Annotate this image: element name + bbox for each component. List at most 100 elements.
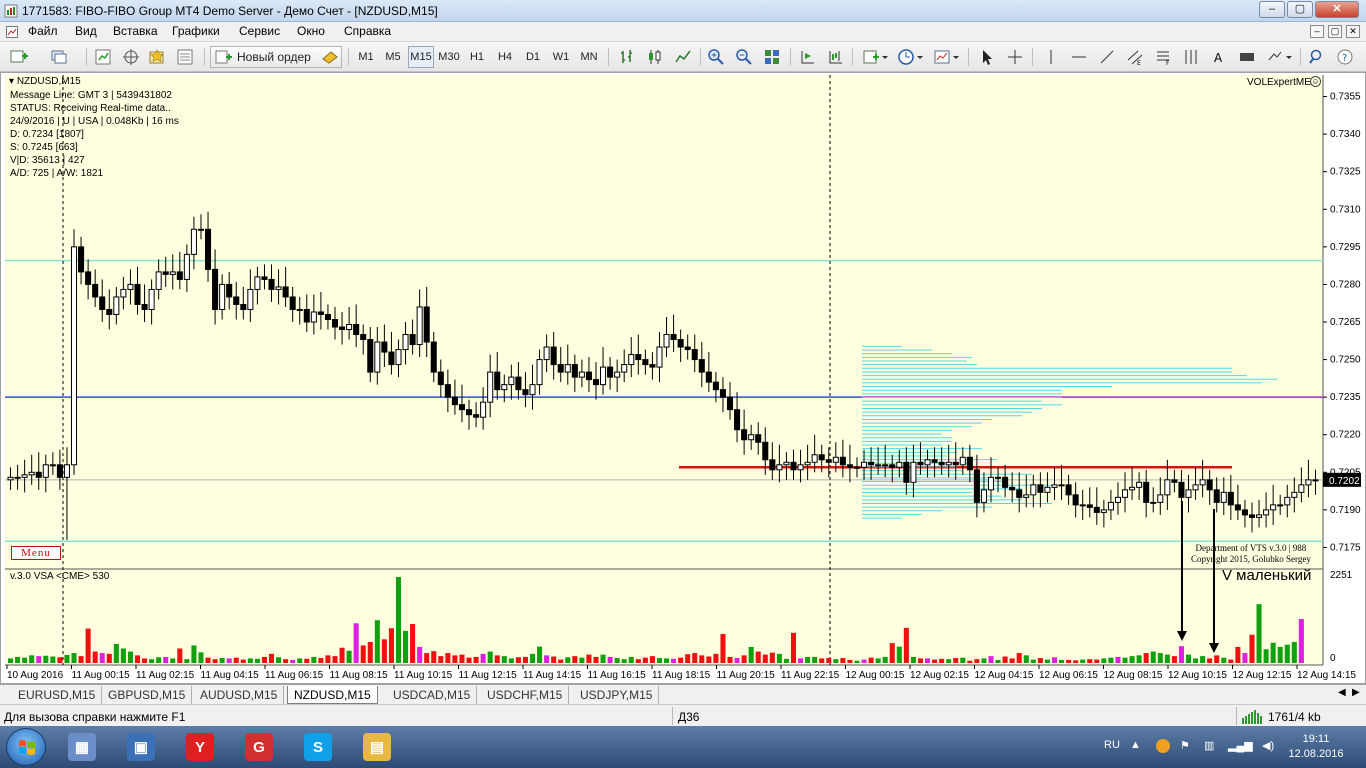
arrows-icon[interactable]: [1264, 46, 1294, 68]
autoscroll-icon[interactable]: [797, 46, 819, 68]
fibo-fan-icon[interactable]: [1180, 46, 1202, 68]
candle-body: [1079, 504, 1086, 507]
menu-window[interactable]: Окно: [297, 24, 325, 38]
help-icon[interactable]: ?: [1334, 46, 1356, 68]
tray-flag-icon[interactable]: ⚑: [1180, 739, 1190, 752]
new-chart-icon[interactable]: [8, 46, 30, 68]
volume-bar: [381, 639, 387, 663]
close-button[interactable]: ✕: [1315, 1, 1359, 18]
indicators-icon[interactable]: [860, 46, 890, 68]
indicator-menu-button[interactable]: Menu: [11, 546, 61, 560]
tab-usdjpy[interactable]: USDJPY,M15: [574, 686, 660, 704]
market-watch-icon[interactable]: [92, 46, 114, 68]
tray-app-icon[interactable]: [1156, 739, 1170, 753]
candle-body: [99, 296, 106, 310]
fibonacci-icon[interactable]: F: [1152, 46, 1174, 68]
tray-expand-icon[interactable]: ▲: [1130, 739, 1141, 751]
candle-body: [938, 461, 945, 466]
volume-bar: [1037, 658, 1043, 663]
info-line: D: 0.7234 [1807]: [10, 129, 84, 140]
tile-windows-icon[interactable]: [761, 46, 783, 68]
taskbar-app[interactable]: ▦: [54, 729, 110, 765]
timeframe-d1[interactable]: D1: [520, 46, 546, 68]
timeframe-w1[interactable]: W1: [548, 46, 574, 68]
volume-bar: [487, 651, 493, 663]
timeframe-m30[interactable]: M30: [436, 46, 462, 68]
menu-help[interactable]: Справка: [344, 24, 391, 38]
taskbar-app[interactable]: G: [231, 729, 287, 765]
tray-volume-icon[interactable]: ◀): [1262, 739, 1274, 752]
text-label-icon[interactable]: [1236, 46, 1258, 68]
taskbar-app[interactable]: Y: [172, 729, 228, 765]
menu-insert[interactable]: Вставка: [113, 24, 158, 38]
volume-bar: [762, 654, 768, 663]
candlestick-chart-icon[interactable]: [644, 46, 666, 68]
time-tick-label: 11 Aug 12:15: [459, 670, 518, 681]
taskbar-app[interactable]: S: [290, 729, 346, 765]
profiles-icon[interactable]: [48, 46, 70, 68]
candle-body: [1227, 491, 1234, 506]
price-chart[interactable]: 0.7355 0.7340 0.7325 0.7310 0.7295 0.7280 0.72…: [5, 75, 1363, 683]
volume-bar: [290, 659, 296, 663]
candle-body: [734, 409, 741, 431]
menu-charts[interactable]: Графики: [172, 24, 220, 38]
periods-icon[interactable]: [895, 46, 925, 68]
time-tick-label: 11 Aug 02:15: [136, 670, 195, 681]
horizontal-line-icon[interactable]: [1068, 46, 1090, 68]
volume-bar: [339, 647, 345, 663]
tab-eurusd[interactable]: EURUSD,M15: [12, 686, 103, 704]
timeframe-m15[interactable]: M15: [408, 46, 434, 68]
candle-body: [1044, 486, 1051, 493]
timeframe-m1[interactable]: M1: [353, 46, 379, 68]
terminal-icon[interactable]: [174, 46, 196, 68]
candle-body: [473, 414, 480, 418]
tray-device-icon[interactable]: ▥: [1204, 739, 1214, 752]
channel-icon[interactable]: E: [1124, 46, 1146, 68]
minimize-button[interactable]: ‒: [1259, 1, 1285, 18]
crosshair-nav-icon[interactable]: [120, 46, 142, 68]
taskbar-app[interactable]: ▣: [113, 729, 169, 765]
templates-icon[interactable]: [931, 46, 961, 68]
zoom-in-icon[interactable]: [705, 46, 727, 68]
candle-body: [635, 354, 642, 361]
mdi-close-button[interactable]: ✕: [1346, 25, 1360, 38]
tab-usdcad[interactable]: USDCAD,M15: [387, 686, 478, 704]
timeframe-m5[interactable]: M5: [380, 46, 406, 68]
expert-close-icon[interactable]: ☺: [1310, 76, 1321, 87]
zoom-out-icon[interactable]: [733, 46, 755, 68]
tab-audusd[interactable]: AUDUSD,M15: [194, 686, 285, 704]
timeframe-h4[interactable]: H4: [492, 46, 518, 68]
cursor-icon[interactable]: [976, 46, 998, 68]
clock[interactable]: 19:11 12.08.2016: [1286, 732, 1346, 762]
new-order-button[interactable]: Новый ордер: [210, 46, 342, 68]
crosshair-icon[interactable]: [1004, 46, 1026, 68]
tab-usdchf[interactable]: USDCHF,M15: [481, 686, 570, 704]
tray-signal-icon[interactable]: ▂▄▆: [1228, 739, 1253, 752]
start-button[interactable]: [6, 728, 46, 766]
tab-nzdusd[interactable]: NZDUSD,M15: [287, 686, 378, 704]
tray-language[interactable]: RU: [1104, 739, 1120, 751]
taskbar-app[interactable]: ▤: [349, 729, 405, 765]
trendline-icon[interactable]: [1096, 46, 1118, 68]
bar-chart-icon[interactable]: [616, 46, 638, 68]
mdi-minimize-button[interactable]: ‒: [1310, 25, 1324, 38]
chart-window-icon[interactable]: [6, 26, 18, 38]
search-icon[interactable]: [1306, 46, 1328, 68]
candle-body: [451, 396, 458, 406]
menu-file[interactable]: Файл: [28, 24, 58, 38]
line-chart-icon[interactable]: [672, 46, 694, 68]
favorites-icon[interactable]: [146, 46, 168, 68]
text-tool-icon[interactable]: A: [1208, 46, 1230, 68]
timeframe-h1[interactable]: H1: [464, 46, 490, 68]
tab-scroll-left-icon[interactable]: ◀: [1338, 687, 1346, 698]
timeframe-mn[interactable]: MN: [576, 46, 602, 68]
vertical-line-icon[interactable]: [1040, 46, 1062, 68]
tab-gbpusd[interactable]: GBPUSD,M15: [102, 686, 193, 704]
maximize-button[interactable]: ▢: [1287, 1, 1313, 18]
mdi-restore-button[interactable]: ▢: [1328, 25, 1342, 38]
chart-shift-icon[interactable]: [825, 46, 847, 68]
menu-tools[interactable]: Сервис: [239, 24, 280, 38]
candle-body: [1305, 479, 1312, 486]
tab-scroll-right-icon[interactable]: ▶: [1352, 687, 1360, 698]
menu-view[interactable]: Вид: [75, 24, 97, 38]
